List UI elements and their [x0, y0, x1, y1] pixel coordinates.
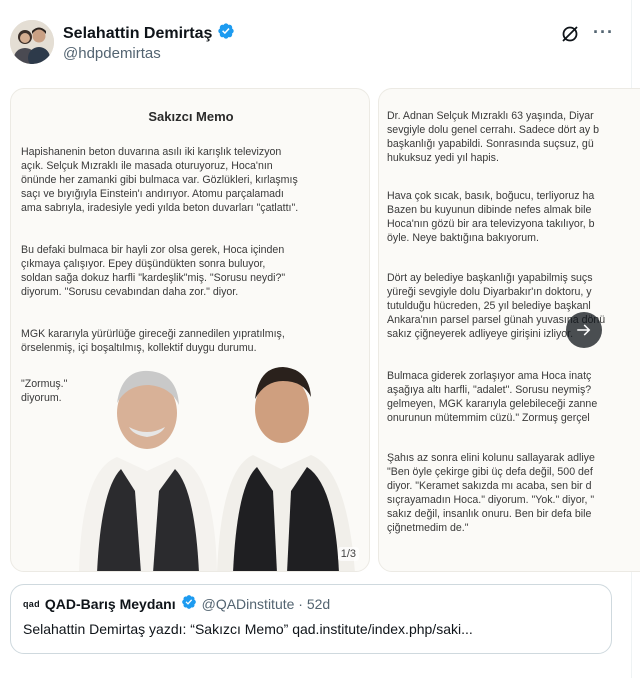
- quoted-avatar-logo: qad: [23, 598, 40, 609]
- article-paragraph: Bu defaki bulmaca bir hayli zor olsa ger…: [21, 244, 286, 298]
- media-carousel: Sakızcı Memo Hapishanenin beton duvarına…: [10, 88, 640, 572]
- verified-badge-icon: [181, 594, 197, 613]
- tweet-timestamp-cutoff: [10, 672, 310, 678]
- tweet-header: Selahattin Demirtaş @hdpdemirtas ···: [10, 18, 618, 68]
- more-icon[interactable]: ···: [593, 22, 614, 43]
- article-title: Sakızcı Memo: [148, 109, 234, 124]
- display-name[interactable]: Selahattin Demirtaş: [63, 25, 212, 43]
- verified-badge-icon: [217, 22, 235, 45]
- quoted-tweet[interactable]: qad QAD-Barış Meydanı @QADinstitute · 52…: [10, 584, 612, 654]
- quoted-display-name: QAD-Barış Meydanı: [44, 595, 176, 612]
- arrow-right-icon: [577, 324, 591, 336]
- avatar[interactable]: [10, 20, 54, 64]
- media-counter: 1/3: [337, 547, 359, 561]
- grok-icon[interactable]: [560, 24, 580, 44]
- quoted-text: Selahattin Demirtaş yazdı: “Sakızcı Memo…: [23, 621, 473, 637]
- article-photo: [79, 367, 355, 571]
- article-paragraph: Dr. Adnan Selçuk Mızraklı 63 yaşında, Di…: [387, 110, 600, 164]
- article-paragraph: Hapishanenin beton duvarına asılı iki ka…: [21, 146, 299, 214]
- article-paragraph: Bulmaca giderek zorlaşıyor ama Hoca inat…: [387, 370, 598, 424]
- quoted-meta: @QADinstitute · 52d: [201, 595, 331, 612]
- article-paragraph: Hava çok sıcak, basık, boğucu, terliyoru…: [387, 190, 595, 244]
- article-paragraph: Dört ay belediye başkanlığı yapabilmiş s…: [387, 272, 605, 340]
- author-handle[interactable]: @hdpdemirtas: [63, 45, 161, 62]
- carousel-next-button[interactable]: [566, 312, 602, 348]
- media-image-1[interactable]: Sakızcı Memo Hapishanenin beton duvarına…: [10, 88, 370, 572]
- article-paragraph: Şahıs az sonra elini kolunu sallayarak a…: [387, 452, 595, 534]
